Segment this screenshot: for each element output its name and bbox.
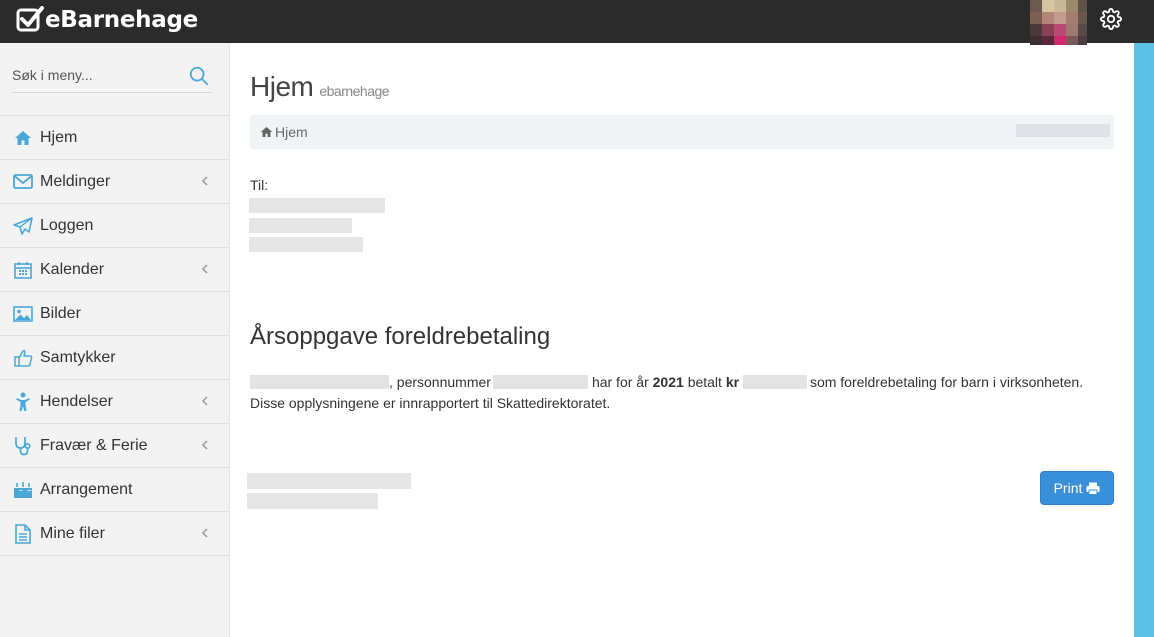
right-accent-bar	[1134, 43, 1154, 637]
chevron-left-icon	[201, 528, 208, 538]
child-icon	[12, 391, 34, 413]
sidebar-item-loggen[interactable]: Loggen	[0, 204, 230, 248]
chevron-left-icon	[201, 440, 208, 450]
image-icon	[12, 303, 34, 325]
chevron-left-icon	[201, 264, 208, 274]
chevron-left-icon	[201, 176, 208, 186]
checkbox-logo-icon	[16, 6, 44, 32]
sidebar-item-kalender[interactable]: Kalender	[0, 248, 230, 292]
calendar-icon	[12, 259, 34, 281]
top-navbar: eBarnehage	[0, 0, 1154, 45]
birthday-cake-icon	[12, 479, 34, 501]
recipient-label: Til:	[250, 177, 269, 193]
sidebar-item-hjem[interactable]: Hjem	[0, 116, 230, 160]
sidebar-item-fravaer-ferie[interactable]: Fravær & Ferie	[0, 424, 230, 468]
user-avatar[interactable]	[1030, 0, 1087, 45]
redacted-amount	[742, 375, 807, 389]
redacted-breadcrumb-info	[1016, 124, 1110, 137]
stethoscope-icon	[12, 435, 34, 457]
section-title: Årsoppgave foreldrebetaling	[250, 323, 551, 350]
sidebar-item-meldinger[interactable]: Meldinger	[0, 160, 230, 204]
print-icon	[1086, 482, 1100, 495]
chevron-left-icon	[201, 396, 208, 406]
sidebar-item-arrangement[interactable]: Arrangement	[0, 468, 230, 512]
settings-button[interactable]	[1098, 6, 1124, 32]
home-icon	[260, 126, 273, 138]
home-icon	[12, 127, 34, 149]
page-subtitle: ebarnehage	[319, 83, 390, 99]
breadcrumb: Hjem	[250, 115, 1114, 149]
thumbs-up-icon	[12, 347, 34, 369]
paper-plane-icon	[12, 215, 34, 237]
file-icon	[12, 523, 34, 545]
payment-statement: , personnummer har for år 2021 betalt kr …	[250, 374, 1084, 411]
redacted-name	[250, 375, 389, 389]
sidebar: Hjem Meldinger Loggen Kalender	[0, 43, 230, 637]
page-title: Hjem ebarnehage	[250, 71, 390, 102]
sidebar-item-mine-filer[interactable]: Mine filer	[0, 512, 230, 556]
sidebar-item-bilder[interactable]: Bilder	[0, 292, 230, 336]
redacted-personal-number	[492, 375, 588, 389]
envelope-icon	[12, 171, 34, 193]
brand-logo[interactable]: eBarnehage	[16, 2, 198, 38]
menu-search	[12, 59, 212, 93]
sidebar-item-samtykker[interactable]: Samtykker	[0, 336, 230, 380]
menu-search-input[interactable]	[12, 59, 177, 91]
sidebar-menu: Hjem Meldinger Loggen Kalender Bilder Sa…	[0, 115, 230, 556]
sidebar-item-hendelser[interactable]: Hendelser	[0, 380, 230, 424]
brand-name: eBarnehage	[45, 7, 198, 33]
gear-icon	[1100, 8, 1122, 30]
breadcrumb-home-link[interactable]: Hjem	[260, 124, 308, 140]
search-icon[interactable]	[188, 65, 210, 87]
print-button[interactable]: Print	[1040, 471, 1114, 505]
